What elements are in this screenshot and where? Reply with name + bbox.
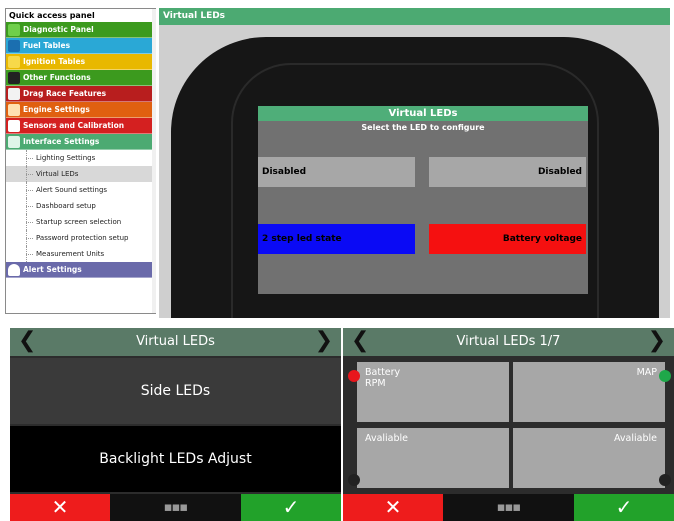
screen-header-title: Virtual LEDs 1/7 (456, 334, 561, 349)
cell-line: Avaliable (365, 433, 409, 444)
led-top-right[interactable]: Disabled (429, 157, 586, 187)
dash-screen-left: ❮ Virtual LEDs ❯ Side LEDs Backlight LED… (10, 328, 341, 521)
screen-subtitle: Select the LED to configure (361, 123, 485, 132)
green-led-indicator (659, 370, 671, 382)
sidebar-sub-lighting[interactable]: Lighting Settings (6, 150, 155, 166)
confirm-button[interactable]: ✓ (241, 494, 341, 521)
fuel-icon (8, 40, 20, 52)
monitor-icon (8, 136, 20, 148)
red-led-indicator (348, 370, 360, 382)
led-cell-bottom-left[interactable]: Avaliable (357, 428, 509, 488)
led-cell-bottom-right[interactable]: Avaliable (513, 428, 665, 488)
ignition-icon (8, 56, 20, 68)
screen-header: ❮ Virtual LEDs ❯ (10, 328, 341, 356)
menu-grid-button[interactable]: ▪▪▪ (110, 494, 241, 521)
sidebar-item-sensors[interactable]: Sensors and Calibration (6, 118, 155, 134)
sidebar-item-interface[interactable]: Interface Settings (6, 134, 155, 150)
engine-icon (8, 104, 20, 116)
screen-footer: ✕ ▪▪▪ ✓ (10, 494, 341, 521)
sidebar-item-fuel[interactable]: Fuel Tables (6, 38, 155, 54)
sidebar-item-diagnostic[interactable]: Diagnostic Panel (6, 22, 155, 38)
screen-title: Virtual LEDs (258, 106, 588, 121)
led-indicator-off (348, 474, 360, 486)
sidebar-item-drag-race[interactable]: Drag Race Features (6, 86, 155, 102)
software-window: Quick access panel Diagnostic Panel Fuel… (0, 0, 674, 318)
main-panel-title: Virtual LEDs (159, 8, 670, 25)
chevron-right-icon[interactable]: ❯ (648, 328, 666, 354)
bell-icon (8, 264, 20, 276)
backlight-leds-option[interactable]: Backlight LEDs Adjust (10, 426, 341, 492)
cell-line: MAP (636, 367, 657, 378)
sidebar-sub-units[interactable]: Measurement Units (6, 246, 155, 262)
screen-header-title: Virtual LEDs (136, 334, 215, 349)
panel-title: Quick access panel (6, 9, 155, 22)
sidebar-sub-password[interactable]: Password protection setup (6, 230, 155, 246)
cancel-button[interactable]: ✕ (343, 494, 443, 521)
screen-footer: ✕ ▪▪▪ ✓ (343, 494, 674, 521)
chevron-left-icon[interactable]: ❮ (351, 328, 369, 354)
sidebar-sub-alert-sound[interactable]: Alert Sound settings (6, 182, 155, 198)
menu-grid-button[interactable]: ▪▪▪ (443, 494, 574, 521)
sidebar-item-ignition[interactable]: Ignition Tables (6, 54, 155, 70)
device-screen: Virtual LEDs Select the LED to configure… (258, 106, 588, 294)
chevron-left-icon[interactable]: ❮ (18, 328, 36, 354)
diagnostic-icon (8, 24, 20, 36)
sidebar-sub-startup[interactable]: Startup screen selection (6, 214, 155, 230)
led-bottom-right[interactable]: Battery voltage (429, 224, 586, 254)
sidebar-item-alert[interactable]: Alert Settings (6, 262, 155, 278)
led-top-left[interactable]: Disabled (258, 157, 415, 187)
side-leds-option[interactable]: Side LEDs (10, 358, 341, 424)
cell-line: Battery (365, 367, 401, 378)
sidebar-item-other[interactable]: Other Functions (6, 70, 155, 86)
confirm-button[interactable]: ✓ (574, 494, 674, 521)
device-preview-area: Virtual LEDs Select the LED to configure… (159, 25, 670, 318)
dash-screen-right: ❮ Virtual LEDs 1/7 ❯ Battery RPM MAP Ava… (343, 328, 674, 521)
led-cell-top-right[interactable]: MAP (513, 362, 665, 422)
led-cell-top-left[interactable]: Battery RPM (357, 362, 509, 422)
sensor-icon (8, 120, 20, 132)
cancel-button[interactable]: ✕ (10, 494, 110, 521)
screen-header: ❮ Virtual LEDs 1/7 ❯ (343, 328, 674, 356)
sidebar-scrollbar[interactable] (152, 9, 156, 313)
sidebar-sub-virtual-leds[interactable]: Virtual LEDs (6, 166, 155, 182)
led-indicator-off (659, 474, 671, 486)
flag-icon (8, 88, 20, 100)
cell-line: RPM (365, 378, 386, 389)
sidebar-item-engine[interactable]: Engine Settings (6, 102, 155, 118)
quick-access-panel: Quick access panel Diagnostic Panel Fuel… (5, 8, 156, 314)
cell-line: Avaliable (613, 433, 657, 444)
tools-icon (8, 72, 20, 84)
led-bottom-left[interactable]: 2 step led state (258, 224, 415, 254)
sidebar-sub-dashboard[interactable]: Dashboard setup (6, 198, 155, 214)
chevron-right-icon[interactable]: ❯ (315, 328, 333, 354)
